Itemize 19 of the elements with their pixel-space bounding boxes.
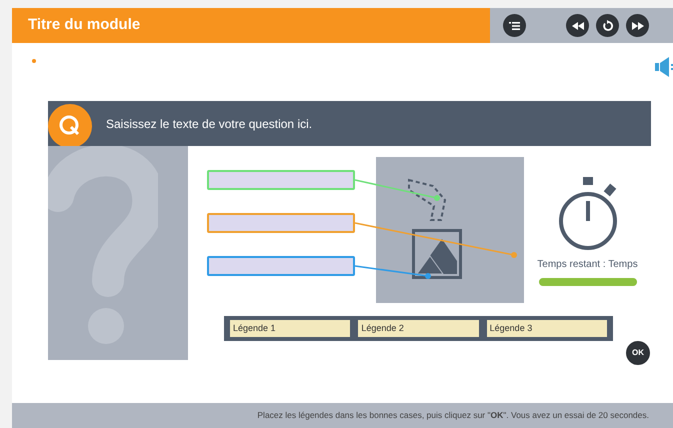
reload-button[interactable] [596, 14, 619, 37]
image-icon [412, 229, 462, 279]
q-icon [58, 114, 82, 138]
footer-instruction: Placez les légendes dans les bonnes cases, puis cliquez sur "OK". Vous avez un essai de 20 secondes. [257, 409, 649, 422]
module-title: Titre du module [28, 15, 140, 36]
reload-icon [602, 20, 614, 32]
legend-label[interactable]: Légende 1 [230, 320, 350, 337]
rewind-button[interactable] [566, 14, 589, 37]
forward-icon [632, 22, 644, 30]
legend-label[interactable]: Légende 2 [358, 320, 479, 337]
speaker-icon[interactable] [655, 57, 673, 77]
menu-button[interactable] [503, 14, 526, 37]
rewind-icon [572, 22, 584, 30]
forward-button[interactable] [626, 14, 649, 37]
legend-label[interactable]: Légende 3 [486, 320, 607, 337]
question-text: Saisissez le texte de votre question ici. [106, 116, 312, 132]
timer-label: Temps restant : Temps [537, 258, 638, 272]
ok-button[interactable]: OK [626, 341, 650, 365]
menu-icon [509, 20, 520, 30]
